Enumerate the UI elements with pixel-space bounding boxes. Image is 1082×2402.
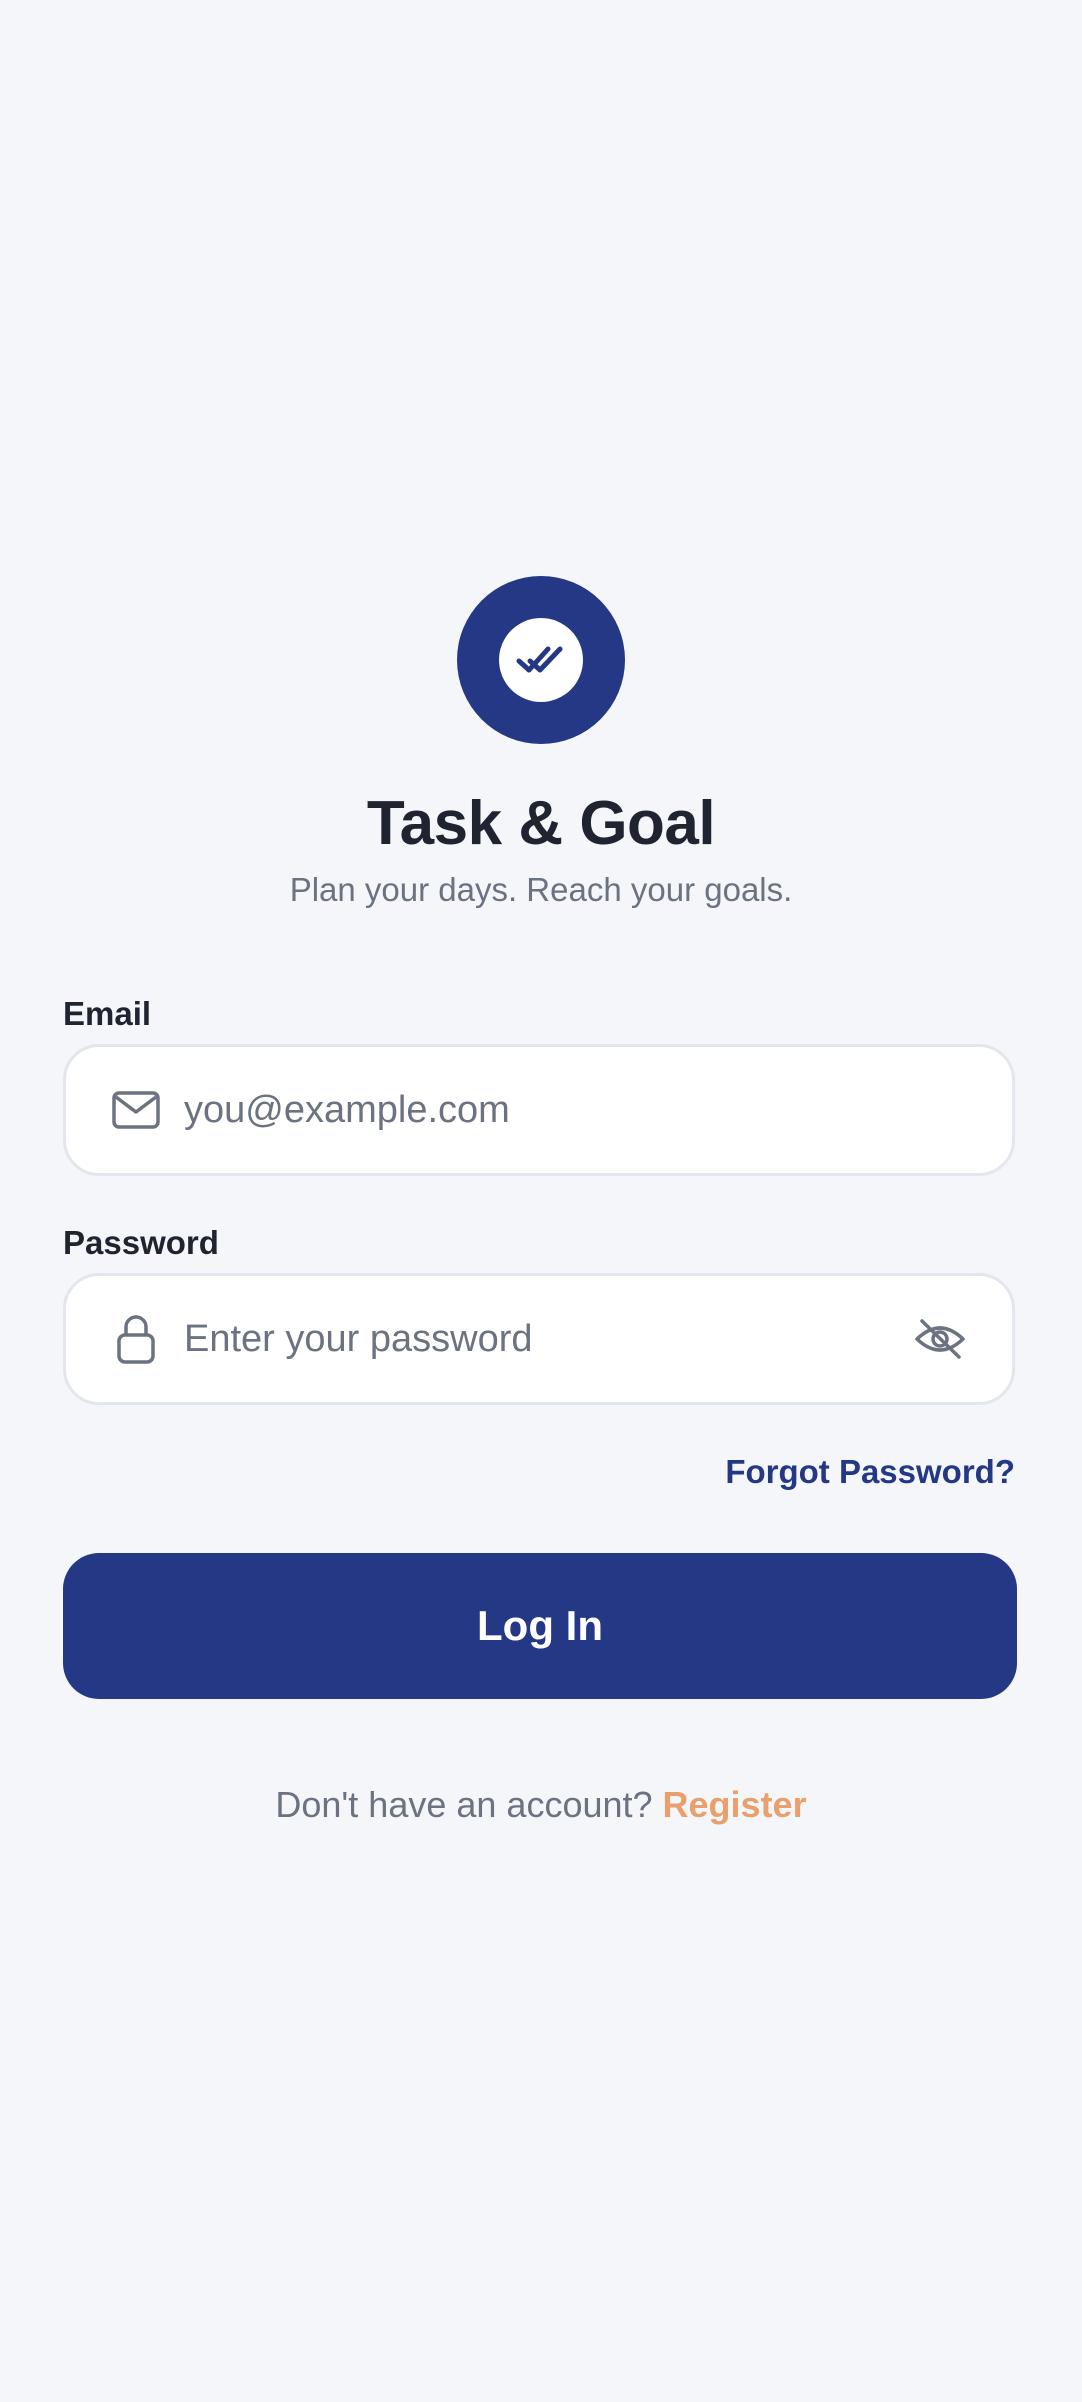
password-input[interactable]	[184, 1276, 884, 1402]
app-subtitle: Plan your days. Reach your goals.	[289, 871, 793, 908]
email-input[interactable]	[184, 1047, 884, 1173]
app-logo	[457, 576, 625, 744]
mail-icon	[110, 1084, 162, 1136]
double-check-icon	[516, 646, 563, 673]
app-title: Task & Goal	[366, 789, 716, 858]
email-label: Email	[63, 995, 152, 1032]
register-link[interactable]: Register	[663, 1784, 807, 1825]
password-input-container[interactable]	[63, 1273, 1015, 1405]
logo-inner-circle	[499, 618, 583, 702]
lock-icon	[110, 1313, 162, 1365]
eye-off-icon[interactable]	[912, 1311, 968, 1367]
login-button[interactable]: Log In	[63, 1553, 1017, 1699]
forgot-password-link[interactable]: Forgot Password?	[725, 1450, 1015, 1494]
email-input-container[interactable]	[63, 1044, 1015, 1176]
login-screen: Task & Goal Plan your days. Reach your g…	[0, 0, 1082, 2402]
password-label: Password	[63, 1224, 219, 1261]
register-prompt: Don't have an account? Register	[0, 1781, 1082, 1829]
register-prompt-text: Don't have an account?	[275, 1784, 663, 1825]
